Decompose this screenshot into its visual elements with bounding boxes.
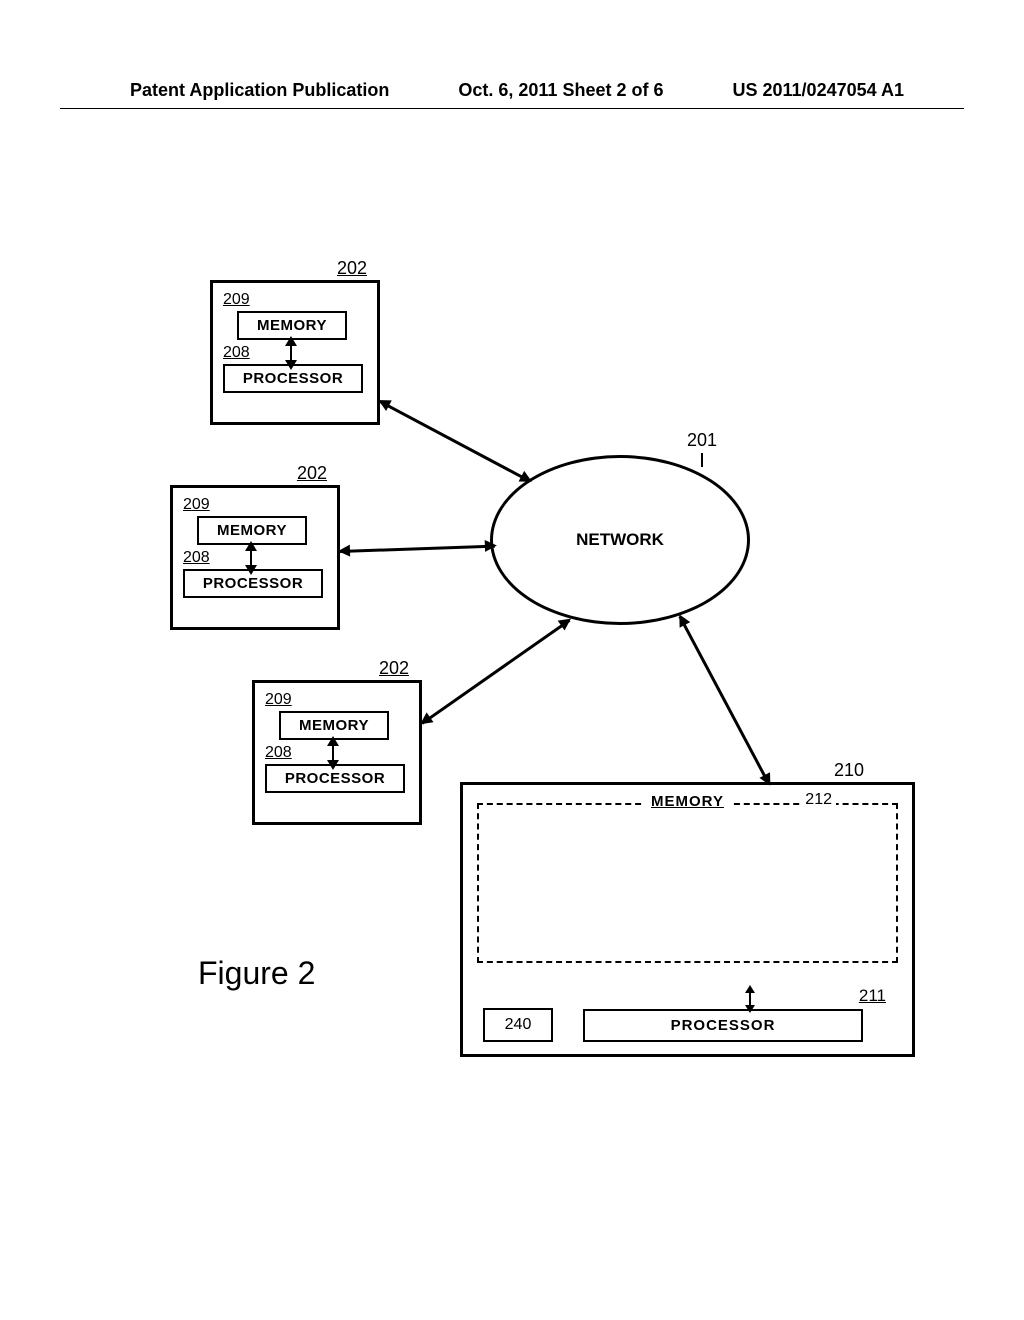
ref-processor-1: 208 — [223, 344, 371, 362]
double-arrow-2 — [249, 545, 253, 571]
ref-client-3: 202 — [379, 658, 409, 679]
figure-caption: Figure 2 — [198, 955, 315, 992]
connector-1 — [379, 400, 530, 482]
ref-processor-2: 208 — [183, 549, 331, 567]
ref-client-1: 202 — [337, 258, 367, 279]
client-box-3: 202 209 MEMORY 208 PROCESSOR — [252, 680, 422, 825]
server-processor-box: PROCESSOR — [583, 1009, 863, 1042]
box-240: 240 — [483, 1008, 553, 1042]
ref-server: 210 — [834, 760, 864, 781]
header-right: US 2011/0247054 A1 — [733, 80, 904, 101]
double-arrow-1 — [289, 340, 293, 366]
network-label: NETWORK — [576, 530, 664, 550]
ref-server-processor: 211 — [859, 986, 886, 1006]
ref-processor-3: 208 — [265, 744, 413, 762]
ref-client-2: 202 — [297, 463, 327, 484]
ref-memory-2: 209 — [183, 496, 331, 514]
server-double-arrow — [748, 988, 752, 1010]
connector-3 — [421, 619, 570, 724]
header-center: Oct. 6, 2011 Sheet 2 of 6 — [458, 80, 663, 101]
header-left: Patent Application Publication — [130, 80, 389, 101]
ref-memory-1: 209 — [223, 291, 371, 309]
page-header: Patent Application Publication Oct. 6, 2… — [0, 80, 1024, 101]
server-memory-box: MEMORY 212 — [477, 803, 898, 963]
double-arrow-3 — [331, 740, 335, 766]
ref-server-memory: 212 — [801, 791, 836, 809]
ref-memory-3: 209 — [265, 691, 413, 709]
server-memory-label: MEMORY — [643, 793, 732, 810]
server-box: 210 MEMORY 212 211 240 PROCESSOR — [460, 782, 915, 1057]
figure-diagram: 202 209 MEMORY 208 PROCESSOR 202 209 MEM… — [170, 260, 920, 1080]
client-box-1: 202 209 MEMORY 208 PROCESSOR — [210, 280, 380, 425]
connector-4 — [679, 616, 770, 785]
ref-network: 201 — [687, 430, 717, 467]
connector-2 — [340, 545, 495, 553]
client-box-2: 202 209 MEMORY 208 PROCESSOR — [170, 485, 340, 630]
